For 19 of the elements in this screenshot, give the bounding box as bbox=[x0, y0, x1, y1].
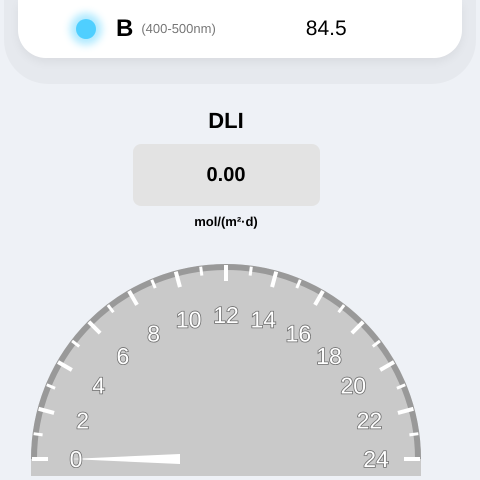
channel-name: B bbox=[116, 14, 134, 44]
gauge-tick-label: 16 bbox=[286, 320, 312, 346]
gauge-tick-label: 24 bbox=[363, 446, 389, 472]
channel-range: (400-500nm) bbox=[141, 20, 216, 38]
gauge-tick-label: 4 bbox=[92, 372, 106, 398]
gauge-tick-label: 2 bbox=[76, 407, 89, 434]
gauge-tick-label: 12 bbox=[213, 302, 239, 328]
channel-value: 84.5 bbox=[306, 16, 347, 42]
gauge-tick-label: 20 bbox=[340, 372, 366, 398]
gauge-tick-label: 18 bbox=[316, 342, 342, 368]
gauge-tick-label: 8 bbox=[147, 320, 160, 346]
gauge-tick-label: 14 bbox=[250, 306, 276, 332]
dli-value-box: 0.00 bbox=[132, 144, 320, 206]
gauge-tick-label: 10 bbox=[176, 306, 202, 332]
dli-unit: mol/(m²·d) bbox=[194, 213, 258, 231]
gauge-tick-label: 6 bbox=[116, 342, 130, 368]
gauge-tick-label: 0 bbox=[70, 446, 82, 472]
dli-title: DLI bbox=[208, 110, 244, 132]
gauge-tick-label: 22 bbox=[356, 407, 382, 434]
